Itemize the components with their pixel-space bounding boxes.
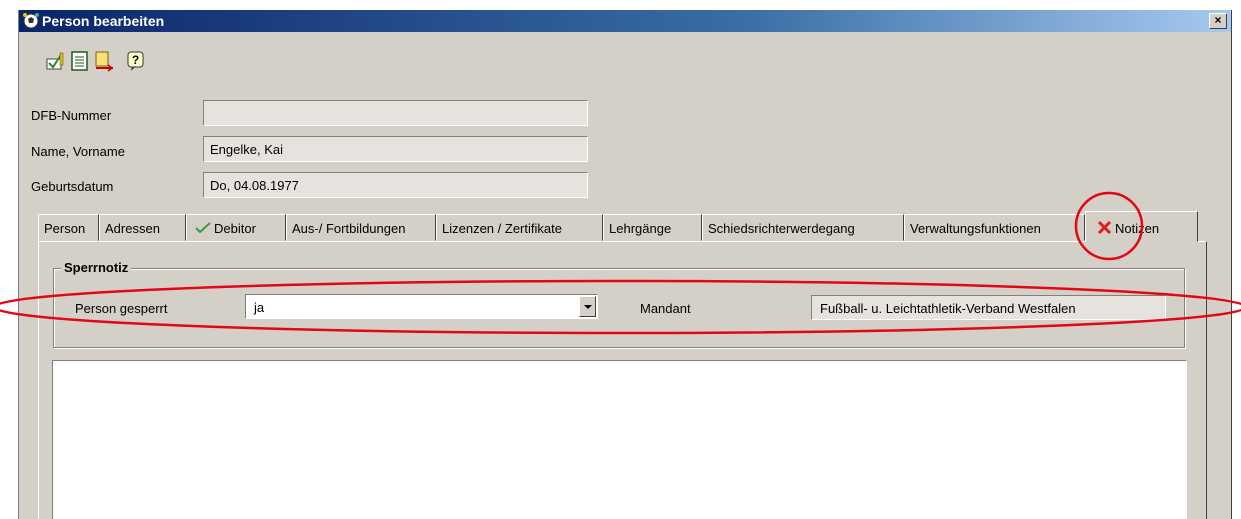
tab-label: Notizen bbox=[1115, 221, 1160, 236]
tab-label: Lizenzen / Zertifikate bbox=[442, 221, 562, 236]
tab-label: Person bbox=[44, 221, 86, 236]
tab-label: Debitor bbox=[214, 221, 256, 236]
notes-textarea[interactable] bbox=[52, 360, 1187, 519]
svg-text:?: ? bbox=[132, 53, 139, 67]
dfb-nummer-field[interactable] bbox=[203, 100, 588, 126]
geburtsdatum-label: Geburtsdatum bbox=[31, 179, 114, 194]
tab-debitor[interactable]: Debitor bbox=[186, 214, 286, 241]
name-field[interactable]: Engelke, Kai bbox=[203, 136, 588, 162]
tab-lehrgaenge[interactable]: Lehrgänge bbox=[603, 214, 702, 241]
mandant-field: Fußball- u. Leichtathletik-Verband Westf… bbox=[811, 295, 1166, 320]
tab-lizenzen-zertifikate[interactable]: Lizenzen / Zertifikate bbox=[436, 214, 603, 241]
tab-label: Verwaltungsfunktionen bbox=[910, 221, 1041, 236]
tab-adressen[interactable]: Adressen bbox=[99, 214, 186, 241]
sperrnotiz-title: Sperrnotiz bbox=[61, 260, 132, 275]
tab-label: Adressen bbox=[105, 221, 160, 236]
window-title: Person bearbeiten bbox=[42, 13, 165, 29]
tab-label: Lehrgänge bbox=[609, 221, 672, 236]
export-icon[interactable] bbox=[93, 50, 115, 72]
dfb-nummer-label: DFB-Nummer bbox=[31, 108, 112, 123]
tab-label: Schiedsrichterwerdegang bbox=[708, 221, 855, 236]
title-bar: Person bearbeiten × bbox=[19, 10, 1231, 32]
tab-label: Aus-/ Fortbildungen bbox=[292, 221, 406, 236]
chevron-down-icon[interactable] bbox=[579, 296, 596, 317]
person-gesperrt-select[interactable]: ja bbox=[245, 294, 598, 319]
person-gesperrt-label: Person gesperrt bbox=[75, 301, 168, 316]
edit-person-window: Person bearbeiten × ? DFB-Nummer Name, V… bbox=[18, 10, 1232, 519]
red-x-icon bbox=[1097, 220, 1112, 235]
tab-schiedsrichterwerdegang[interactable]: Schiedsrichterwerdegang bbox=[702, 214, 904, 241]
geburtsdatum-field[interactable]: Do, 04.08.1977 bbox=[203, 172, 588, 198]
person-gesperrt-value: ja bbox=[254, 300, 265, 315]
tab-notizen[interactable]: Notizen bbox=[1085, 211, 1198, 242]
football-gear-icon bbox=[23, 13, 39, 29]
checkmark-icon bbox=[195, 222, 211, 234]
tab-aus-fortbildungen[interactable]: Aus-/ Fortbildungen bbox=[286, 214, 436, 241]
mandant-label: Mandant bbox=[640, 301, 691, 316]
help-icon[interactable]: ? bbox=[125, 50, 147, 72]
name-label: Name, Vorname bbox=[31, 144, 125, 159]
save-check-icon[interactable] bbox=[45, 50, 67, 72]
tab-person[interactable]: Person bbox=[38, 214, 99, 241]
tab-verwaltungsfunktionen[interactable]: Verwaltungsfunktionen bbox=[904, 214, 1085, 241]
document-icon[interactable] bbox=[69, 50, 91, 72]
close-button[interactable]: × bbox=[1209, 13, 1227, 29]
